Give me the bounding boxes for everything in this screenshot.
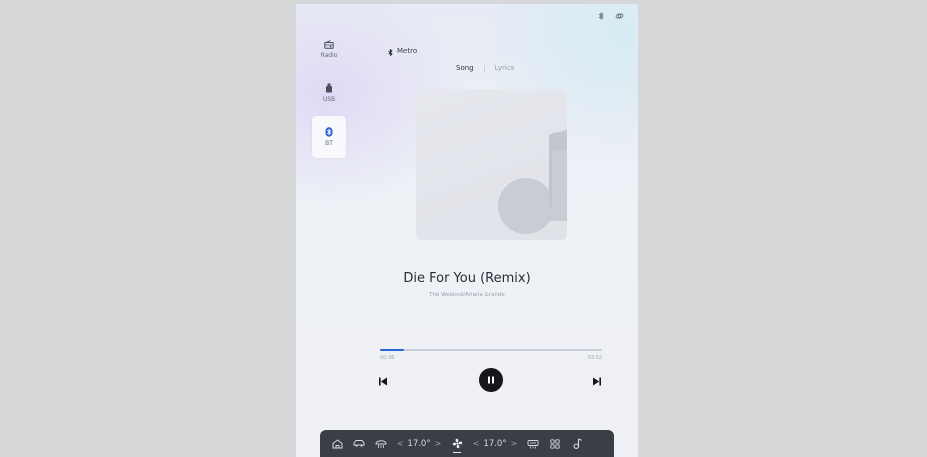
source-label: Radio [320,52,338,59]
previous-track-button[interactable] [376,374,390,388]
link-status-icon [615,12,624,22]
music-note-icon [498,129,567,234]
apps-grid-icon [550,438,560,449]
vehicle-button[interactable] [348,430,370,457]
apps-button[interactable] [544,430,566,457]
source-radio[interactable]: Radio [312,28,346,70]
bluetooth-status-icon [598,12,605,22]
track-artist: The Weeknd/Ariana Grande [429,292,505,298]
bottom-dock: < 17.0° > < 17.0° > [320,430,614,457]
rear-defrost-button[interactable] [522,430,544,457]
progress-fill [380,349,405,351]
bluetooth-icon [388,41,393,60]
device-name: Metro [397,46,418,55]
right-temperature-control: < 17.0° > [468,430,522,457]
media-button[interactable] [566,430,588,457]
total-time: 03:52 [587,355,602,361]
pause-icon [488,376,494,384]
fan-icon [452,438,462,449]
rear-defrost-icon [527,439,539,448]
next-track-button[interactable] [590,374,604,388]
current-time: 00:36 [380,355,395,361]
front-defrost-button[interactable] [370,430,392,457]
home-button[interactable] [326,430,348,457]
right-temp-value: 17.0° [483,438,507,449]
progress-bar[interactable] [380,349,602,351]
left-temp-increase[interactable]: > [435,439,442,448]
front-defrost-icon [375,439,387,448]
usb-icon [324,83,334,93]
right-temp-increase[interactable]: > [511,439,518,448]
connected-device[interactable]: Metro [388,41,417,60]
media-screen: Radio USB BT Metro Song Lyrics Die For Y… [296,4,638,457]
source-bt[interactable]: BT [312,116,346,158]
source-label: BT [325,140,333,147]
source-usb[interactable]: USB [312,72,346,114]
music-note-icon [573,438,582,449]
left-temp-decrease[interactable]: < [397,439,404,448]
skip-previous-icon [379,377,387,385]
left-temperature-control: < 17.0° > [392,430,446,457]
track-title: Die For You (Remix) [403,271,531,286]
play-pause-button[interactable] [479,368,503,392]
status-bar [598,12,624,22]
tab-song[interactable]: Song [446,64,484,72]
album-cover [416,89,567,240]
left-temp-value: 17.0° [407,438,431,449]
fan-indicator [453,451,461,453]
source-label: USB [322,96,336,103]
tab-lyrics[interactable]: Lyrics [485,64,525,72]
source-sidebar: Radio USB BT [312,28,346,160]
radio-icon [324,39,334,49]
fan-button[interactable] [446,430,468,457]
bluetooth-icon [324,127,334,137]
skip-next-icon [593,377,601,385]
view-tabs: Song Lyrics [446,64,524,72]
right-temp-decrease[interactable]: < [473,439,480,448]
car-icon [353,440,365,447]
home-icon [332,438,342,448]
